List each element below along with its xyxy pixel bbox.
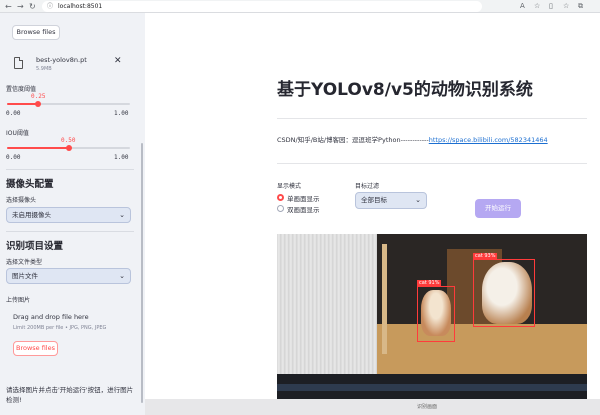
file-type-select[interactable]: 图片文件 ⌄ xyxy=(6,268,131,284)
iou-max: 1.00 xyxy=(114,154,129,161)
address-bar[interactable]: ⓘ localhost:8501 xyxy=(42,1,482,12)
detection-box: cat 91% xyxy=(417,280,455,342)
radio-selected-icon xyxy=(277,194,284,201)
confidence-min: 0.00 xyxy=(6,110,21,117)
read-aloud-icon[interactable]: A xyxy=(520,1,525,12)
back-arrow-icon[interactable]: ← xyxy=(5,1,12,12)
camera-section-heading: 摄像头配置 xyxy=(6,179,54,190)
image-door-frame xyxy=(382,244,387,354)
collections-icon[interactable]: ⧉ xyxy=(578,1,583,12)
iou-label: IOU阈值 xyxy=(6,130,29,137)
sidebar-divider xyxy=(6,231,134,232)
confidence-label: 置信度阈值 xyxy=(6,86,37,93)
split-screen-icon[interactable]: ▯ xyxy=(549,1,553,12)
info-icon[interactable]: ⓘ xyxy=(47,1,53,12)
iou-slider-thumb[interactable] xyxy=(65,145,72,151)
file-icon xyxy=(14,57,23,69)
csdn-info: CSDN/知乎/B站/博客园：逗逗班学Python------------htt… xyxy=(277,134,548,144)
display-mode-label: 显示模式 xyxy=(277,183,302,190)
close-icon[interactable]: ✕ xyxy=(114,56,122,66)
chevron-down-icon: ⌄ xyxy=(415,196,421,204)
confidence-max: 1.00 xyxy=(114,110,129,117)
sidebar-divider xyxy=(6,169,134,170)
uploaded-file: best-yolov8n.pt 5.9MB ✕ xyxy=(14,55,132,79)
browse-files-button-model[interactable]: Browse files xyxy=(12,25,60,40)
page-title: 基于YOLOv8/v5的动物识别系统 xyxy=(277,80,533,100)
camera-select[interactable]: 未启用摄像头 ⌄ xyxy=(6,207,131,223)
detection-box: cat 93% xyxy=(473,253,535,327)
sidebar-hint: 请选择图片并点击'开始运行'按钮，进行图片检测! xyxy=(6,386,134,404)
target-filter-value: 全部目标 xyxy=(361,196,387,204)
confidence-slider-thumb[interactable] xyxy=(34,101,41,107)
dropzone-title: Drag and drop file here xyxy=(13,313,89,321)
favorite-star-icon[interactable]: ☆ xyxy=(534,1,540,12)
csdn-text: CSDN/知乎/B站/博客园：逗逗班学Python------------ xyxy=(277,136,429,144)
browse-files-button-image[interactable]: Browse files xyxy=(13,341,58,356)
run-button[interactable]: 开始运行 xyxy=(475,199,521,218)
reload-icon[interactable]: ↻ xyxy=(29,1,36,12)
forward-arrow-icon[interactable]: → xyxy=(17,1,24,12)
browser-toolbar: ← → ↻ ⓘ localhost:8501 A ☆ ▯ ☆ ⧉ xyxy=(0,0,600,13)
target-filter-label: 目标过滤 xyxy=(355,183,380,190)
file-type-label: 选择文件类型 xyxy=(6,259,43,266)
iou-slider[interactable] xyxy=(7,145,130,151)
recognition-section-heading: 识别项目设置 xyxy=(6,241,64,252)
chevron-down-icon: ⌄ xyxy=(119,211,125,219)
sidebar-scrollbar[interactable] xyxy=(141,143,143,403)
radio-dual-label: 双画面显示 xyxy=(287,206,320,214)
detection-label: cat 91% xyxy=(417,280,442,286)
confidence-slider[interactable] xyxy=(7,101,130,107)
camera-select-label: 选择摄像头 xyxy=(6,197,37,204)
radio-unselected-icon xyxy=(277,205,284,212)
bilibili-link[interactable]: https://space.bilibili.com/582341464 xyxy=(429,136,548,144)
favorites-icon[interactable]: ☆ xyxy=(563,1,569,12)
file-name: best-yolov8n.pt xyxy=(36,56,87,64)
iou-min: 0.00 xyxy=(6,154,21,161)
camera-select-value: 未启用摄像头 xyxy=(12,211,51,219)
detection-image: cat 91% cat 93% xyxy=(277,234,587,404)
chevron-down-icon: ⌄ xyxy=(119,272,125,280)
image-caption: 识别画面 xyxy=(417,404,438,410)
image-caption-bar: 识别画面 xyxy=(145,399,600,415)
iou-value: 0.50 xyxy=(61,137,76,144)
sidebar: Browse files best-yolov8n.pt 5.9MB ✕ 置信度… xyxy=(0,13,145,415)
image-taskbar xyxy=(277,384,587,391)
title-divider xyxy=(277,118,587,119)
url-text: localhost:8501 xyxy=(58,3,103,10)
file-size: 5.9MB xyxy=(36,66,52,72)
file-type-select-value: 图片文件 xyxy=(12,272,38,280)
confidence-slider-fill xyxy=(7,103,38,105)
confidence-value: 0.25 xyxy=(31,93,46,100)
iou-slider-fill xyxy=(7,147,69,149)
radio-single-label: 单画面显示 xyxy=(287,195,320,203)
info-divider xyxy=(277,163,587,164)
upload-image-label: 上传图片 xyxy=(6,297,31,304)
dropzone-limit: Limit 200MB per file • JPG, PNG, JPEG xyxy=(13,325,107,331)
detection-label: cat 93% xyxy=(473,253,498,259)
main-content: 基于YOLOv8/v5的动物识别系统 CSDN/知乎/B站/博客园：逗逗班学Py… xyxy=(145,13,600,415)
image-floor xyxy=(377,324,587,374)
target-filter-select[interactable]: 全部目标 ⌄ xyxy=(355,192,427,209)
